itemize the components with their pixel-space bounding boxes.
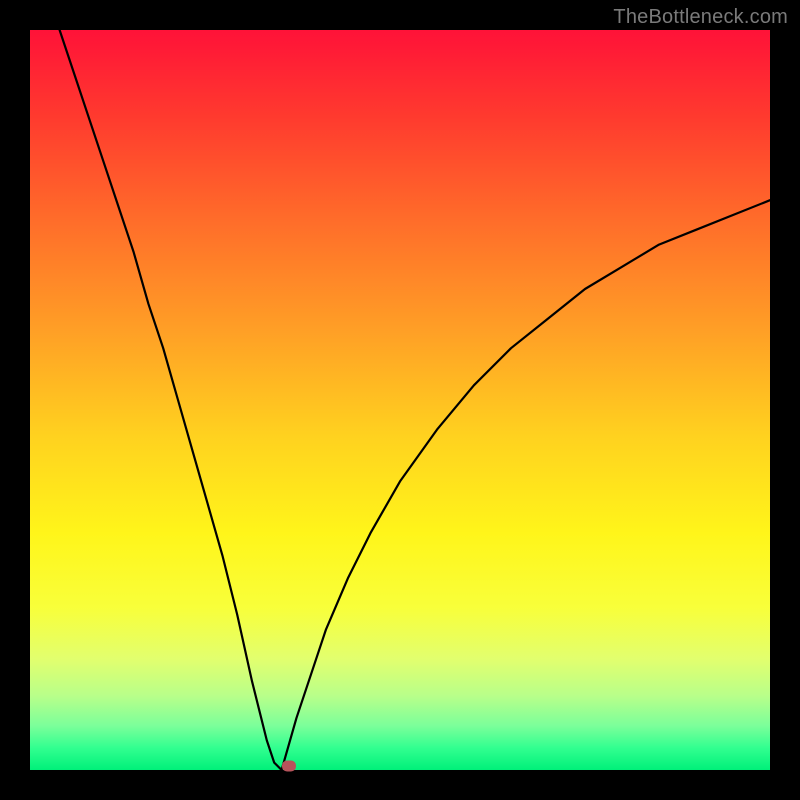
watermark-text: TheBottleneck.com — [613, 6, 788, 29]
minimum-marker — [282, 761, 296, 772]
plot-area — [30, 30, 770, 770]
curve-svg — [30, 30, 770, 770]
chart-frame: TheBottleneck.com — [0, 0, 800, 800]
curve-left-branch — [60, 30, 282, 770]
curve-right-branch — [282, 200, 770, 770]
